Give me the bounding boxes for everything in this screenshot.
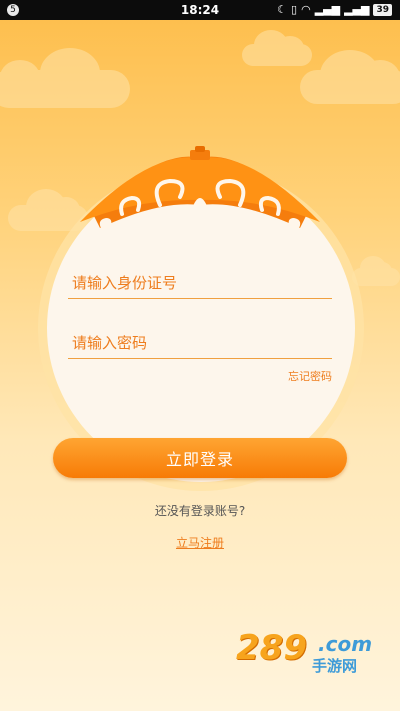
wifi-icon: ◠ [301,3,311,16]
status-icons: ☾ ▯ ◠ ▂▄▆ ▂▄▆ 39 [277,3,392,16]
register-link[interactable]: 立马注册 [170,534,230,551]
cloud-decoration [242,30,312,66]
forgot-password-link[interactable]: 忘记密码 [262,368,332,384]
watermark-site-name: 手游网 [312,657,358,675]
cloud-decoration [0,48,130,108]
login-button[interactable]: 立即登录 [53,438,347,478]
vibrate-icon: ▯ [291,3,298,16]
site-watermark-logo: 289 .com 手游网 [236,628,376,678]
signal-icon: ▂▄▆ [314,3,341,16]
cloud-decoration [352,256,400,286]
id-number-field[interactable] [68,268,332,299]
no-account-text: 还没有登录账号? [154,504,246,518]
watermark-domain: .com [318,632,373,656]
watermark-number: 289 [236,628,307,668]
cloud-decoration [300,50,400,104]
password-field[interactable] [68,328,332,359]
moon-icon: ☾ [277,3,288,16]
battery-icon: 39 [373,3,392,16]
status-bar: 5 18:24 ☾ ▯ ◠ ▂▄▆ ▂▄▆ 39 [0,0,400,20]
id-number-input[interactable] [68,268,332,298]
signal-icon: ▂▄▆ [344,3,370,16]
password-input[interactable] [68,328,332,358]
